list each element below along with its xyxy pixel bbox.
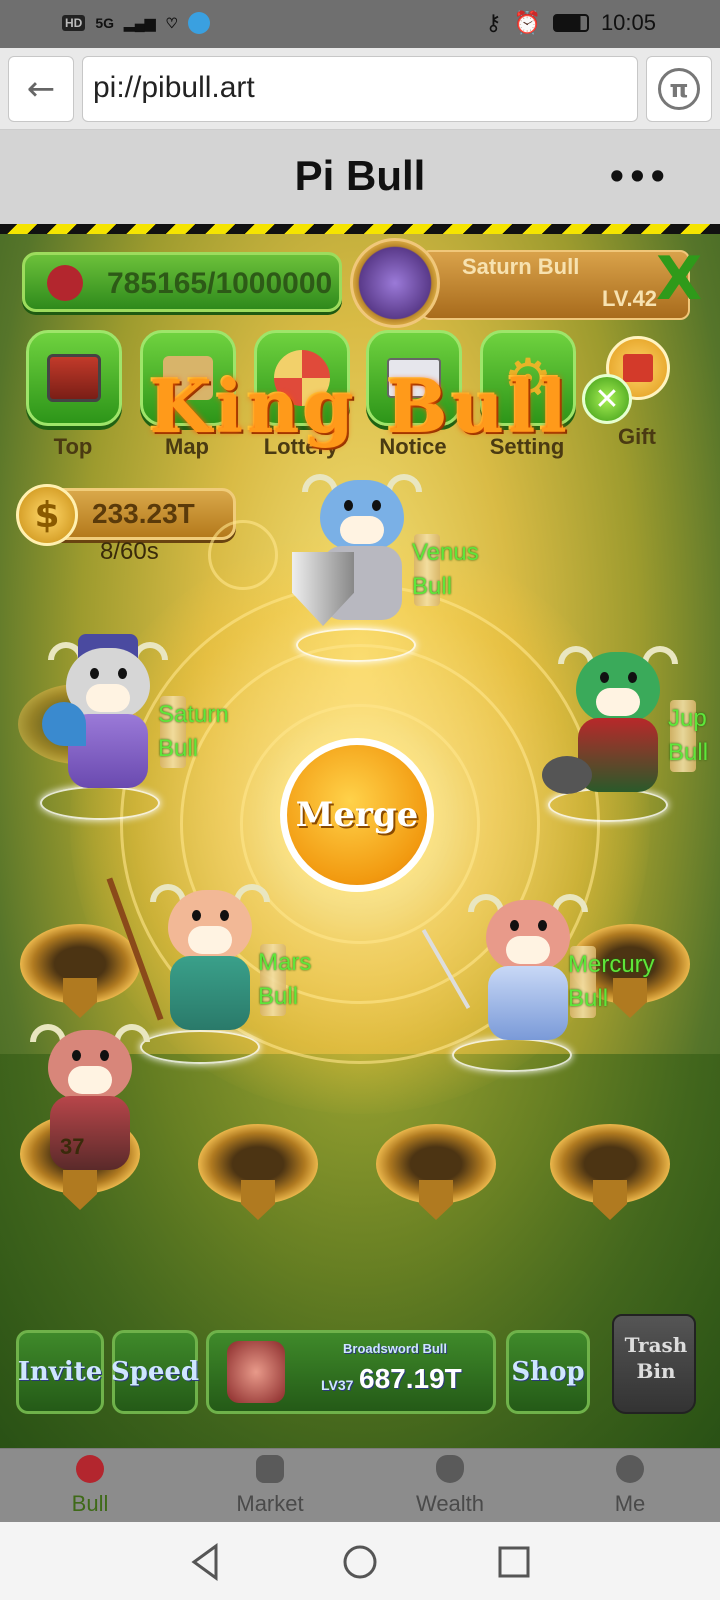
bottom-tab-bar: Bull Market Wealth Me <box>0 1448 720 1522</box>
bull-eye <box>72 1050 81 1061</box>
tab-wealth-label: Wealth <box>415 1491 485 1516</box>
user-icon <box>616 1455 644 1483</box>
buy-bull-price: 687.19T <box>359 1363 462 1394</box>
trash-bin-button[interactable]: Trash Bin <box>612 1314 696 1414</box>
browser-toolbar: ← pi://pibull.art π <box>0 48 720 130</box>
bull-eye <box>192 910 201 921</box>
mercury-bull-label: Mercury Bull <box>568 951 655 1012</box>
battery-icon <box>552 14 589 32</box>
axe-icon <box>542 756 592 794</box>
tab-me[interactable]: Me <box>540 1449 720 1523</box>
game-canvas[interactable]: 785165/1000000 Saturn Bull LV.42 X Top M… <box>0 234 720 1448</box>
clock: 10:05 <box>600 10 656 35</box>
bull-eye <box>600 672 609 683</box>
home-nav-icon[interactable] <box>340 1542 380 1582</box>
collapse-icon[interactable]: X <box>656 244 702 314</box>
money-bag-icon <box>436 1455 464 1483</box>
bull-eye <box>100 1050 109 1061</box>
tab-me-label: Me <box>614 1491 646 1516</box>
bull-snout <box>506 936 550 964</box>
slot-shield-icon <box>63 978 97 1018</box>
bull-eye <box>510 920 519 931</box>
bull-armor <box>170 956 250 1030</box>
bull-snout <box>188 926 232 954</box>
speed-button[interactable]: Speed <box>111 1330 199 1414</box>
bull-emblem-icon <box>47 265 83 301</box>
coin-icon: $ <box>16 484 78 546</box>
signal-icon: ▂▄▆ <box>124 14 156 31</box>
tab-bull[interactable]: Bull <box>0 1449 180 1523</box>
magic-ring-small <box>208 520 278 590</box>
coins-value: 233.23T <box>92 498 195 529</box>
back-nav-icon[interactable] <box>186 1542 226 1582</box>
profile-level: LV.42 <box>602 286 658 311</box>
avatar <box>350 238 440 328</box>
pi-browser-button[interactable]: π <box>646 56 712 122</box>
back-button[interactable]: ← <box>8 56 74 122</box>
more-menu-icon[interactable]: ••• <box>607 158 668 196</box>
tab-market[interactable]: Market <box>180 1449 360 1523</box>
saturn-bull[interactable] <box>38 634 178 802</box>
tab-market-label: Market <box>236 1491 304 1516</box>
back-arrow-icon: ← <box>26 69 56 109</box>
buy-bull-avatar <box>227 1341 285 1403</box>
profile-name: Saturn Bull <box>462 254 580 279</box>
venus-bull[interactable] <box>292 474 432 634</box>
status-bar: HD 5G ▂▄▆ ♡ ⚷ ⏰ 10:05 <box>0 0 720 48</box>
bull-icon <box>76 1455 104 1483</box>
saturn-bull-label: Saturn Bull <box>158 701 229 762</box>
bull-snout <box>68 1066 112 1094</box>
bull-eye <box>118 668 127 679</box>
signal-label: 5G <box>95 15 115 31</box>
exp-progress-text: 785165/1000000 <box>107 267 333 300</box>
shop-button[interactable]: Shop <box>506 1330 590 1414</box>
close-icon: ✕ <box>594 381 620 417</box>
invite-button[interactable]: Invite <box>16 1330 104 1414</box>
url-text: pi://pibull.art <box>93 71 255 104</box>
merge-button[interactable]: Merge <box>280 738 434 892</box>
fan-icon <box>42 702 86 746</box>
venus-bull-label: Venus Bull <box>412 539 479 600</box>
url-field[interactable]: pi://pibull.art <box>82 56 638 122</box>
network-indicator: HD <box>62 15 86 31</box>
hazard-stripe <box>0 224 720 234</box>
coin-rate: 8/60s <box>100 538 159 565</box>
bull-robe <box>488 966 568 1040</box>
exp-progress-bar: 785165/1000000 <box>22 252 342 312</box>
system-nav-bar <box>0 1522 720 1600</box>
profile-panel[interactable]: Saturn Bull LV.42 X <box>350 238 702 334</box>
buy-bull-button[interactable]: Broadsword Bull LV37 687.19T <box>206 1330 496 1414</box>
pi-icon: π <box>658 68 700 110</box>
buy-bull-level: LV37 <box>321 1377 354 1393</box>
recents-nav-icon[interactable] <box>494 1542 534 1582</box>
alarm-icon: ⏰ <box>513 10 541 35</box>
tab-bull-label: Bull <box>71 1491 109 1516</box>
close-banner-button[interactable]: ✕ <box>582 374 632 424</box>
jupiter-bull-label: Jup Bull <box>668 705 709 766</box>
key-icon: ⚷ <box>485 10 502 35</box>
bull-eye <box>344 500 353 511</box>
bull-eye <box>220 910 229 921</box>
trash-bin-label: Trash Bin <box>624 1333 688 1383</box>
bull-eye <box>372 500 381 511</box>
tab-wealth[interactable]: Wealth <box>360 1449 540 1523</box>
app-icon <box>188 12 211 34</box>
wifi-icon: ♡ <box>165 14 179 31</box>
app-header: Pi Bull ••• <box>0 130 720 226</box>
bull-eye <box>538 920 547 931</box>
broadsword-bull[interactable]: 37 <box>20 1024 160 1184</box>
store-icon <box>256 1455 284 1483</box>
bull-snout <box>86 684 130 712</box>
bull-eye <box>628 672 637 683</box>
jupiter-bull[interactable] <box>542 646 688 806</box>
bull-snout <box>596 688 640 716</box>
bull-eye <box>90 668 99 679</box>
buy-bull-name: Broadsword Bull <box>343 1341 448 1356</box>
bull-snout <box>340 516 384 544</box>
bull-level-badge: 37 <box>60 1134 85 1159</box>
mars-bull-label: Mars Bull <box>258 949 312 1010</box>
